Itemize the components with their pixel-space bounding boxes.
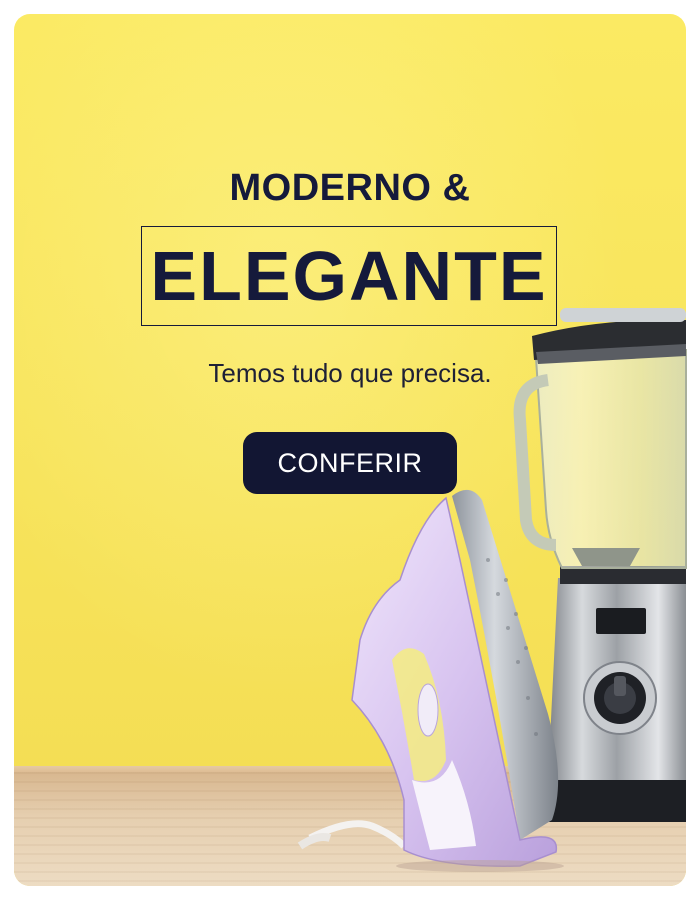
banner-subtitle: Temos tudo que precisa.	[208, 358, 492, 388]
clothes-iron-illustration	[297, 489, 564, 872]
title-frame: ELEGANTE	[141, 226, 557, 326]
heading-elegante: ELEGANTE	[150, 237, 548, 315]
heading-moderno: MODERNO &	[229, 167, 471, 209]
conferir-button[interactable]: CONFERIR	[243, 432, 457, 494]
